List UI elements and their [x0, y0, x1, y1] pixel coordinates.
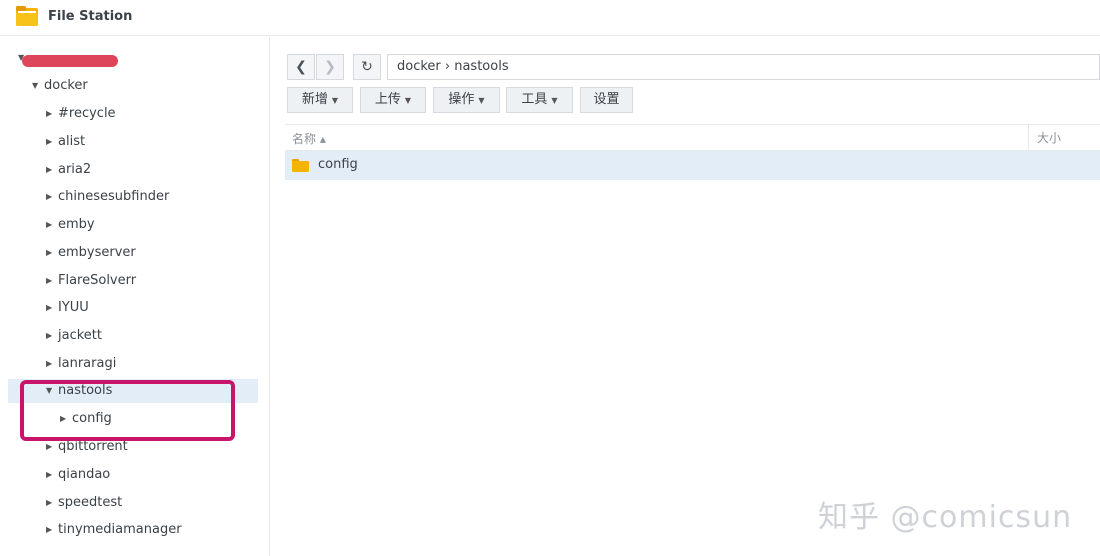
tree-item-label: config [72, 411, 112, 426]
tree-item-lanraragi[interactable]: ▶ lanraragi [46, 352, 116, 376]
tree-item-flaresolverr[interactable]: ▶ FlareSolverr [46, 269, 136, 293]
tree-item-label: qbittorrent [58, 439, 128, 454]
tree-item-recycle[interactable]: ▶ #recycle [46, 102, 116, 126]
create-button[interactable]: 新增 ▼ [287, 87, 353, 113]
tools-button[interactable]: 工具 ▼ [506, 87, 573, 113]
caret-right-icon[interactable]: ▶ [46, 269, 58, 293]
tree-item-label: speedtest [58, 495, 123, 510]
app-title: File Station [48, 9, 133, 24]
action-button[interactable]: 操作 ▼ [433, 87, 500, 113]
file-station-icon [16, 6, 38, 26]
tree-item-label: docker [44, 78, 88, 93]
main-pane: ❮ ❯ ↻ docker › nastools 新增 ▼ 上传 ▼ 操作 ▼ 工具 ▼ … [271, 37, 1100, 556]
tree-item-embyserver[interactable]: ▶ embyserver [46, 241, 136, 265]
tree-item-qbittorrent[interactable]: ▶ qbittorrent [46, 435, 128, 459]
dropdown-arrow-icon: ▼ [331, 96, 339, 105]
file-list-header: 名称 ▴ 大小 [285, 124, 1100, 151]
chevron-left-icon: ❮ [295, 59, 307, 75]
tree-item-jackett[interactable]: ▶ jackett [46, 324, 102, 348]
tree-item-speedtest[interactable]: ▶ speedtest [46, 491, 122, 515]
tree-item-aria2[interactable]: ▶ aria2 [46, 158, 91, 182]
caret-right-icon[interactable]: ▶ [46, 130, 58, 154]
tree-item-label: FlareSolverr [58, 273, 137, 288]
forward-button[interactable]: ❯ [316, 54, 344, 80]
tree-item-label: emby [58, 217, 95, 232]
caret-right-icon[interactable]: ▶ [60, 407, 72, 431]
column-header-name[interactable]: 名称 ▴ [292, 130, 326, 147]
caret-down-icon[interactable]: ▼ [32, 74, 44, 98]
path-bar[interactable]: docker › nastools [387, 54, 1100, 80]
tree-item-docker[interactable]: ▼ docker [32, 74, 88, 98]
tree-item-alist[interactable]: ▶ alist [46, 130, 85, 154]
dropdown-arrow-icon: ▼ [551, 96, 558, 105]
tree-item-label: embyserver [58, 245, 136, 260]
caret-right-icon[interactable]: ▶ [46, 463, 58, 487]
upload-button-label: 上传 [374, 92, 401, 107]
action-button-label: 操作 [448, 92, 475, 107]
settings-button-label: 设置 [593, 92, 620, 107]
upload-button[interactable]: 上传 ▼ [360, 87, 426, 113]
caret-right-icon[interactable]: ▶ [46, 435, 58, 459]
tree-item-config[interactable]: ▶ config [60, 407, 112, 431]
folder-icon [292, 159, 309, 172]
back-button[interactable]: ❮ [287, 54, 315, 80]
tree-item-label: chinesesubfinder [58, 189, 170, 204]
tree-item-label: alist [58, 134, 86, 149]
tree-item-label: aria2 [58, 162, 92, 177]
tree-item-iyuu[interactable]: ▶ IYUU [46, 296, 89, 320]
column-header-size[interactable]: 大小 [1028, 125, 1100, 151]
tree-item-chinesesubfinder[interactable]: ▶ chinesesubfinder [46, 185, 169, 209]
title-bar: File Station [0, 0, 1100, 36]
tree-item-nastools[interactable]: ▼ nastools [8, 379, 258, 403]
redacted-root-label[interactable] [22, 55, 118, 67]
tree-item-qiandao[interactable]: ▶ qiandao [46, 463, 110, 487]
caret-right-icon[interactable]: ▶ [46, 213, 58, 237]
tree-item-label: #recycle [58, 106, 116, 121]
caret-right-icon[interactable]: ▶ [46, 102, 58, 126]
chevron-right-icon: ❯ [324, 59, 336, 75]
dropdown-arrow-icon: ▼ [478, 96, 485, 105]
caret-right-icon[interactable]: ▶ [46, 518, 58, 542]
refresh-icon: ↻ [361, 59, 373, 75]
caret-right-icon[interactable]: ▶ [46, 158, 58, 182]
caret-right-icon[interactable]: ▶ [46, 491, 58, 515]
file-row[interactable]: config [285, 151, 1100, 180]
tree-item-label: tinymediamanager [58, 522, 182, 537]
tree-item-label: lanraragi [58, 356, 117, 371]
caret-right-icon[interactable]: ▶ [46, 324, 58, 348]
dropdown-arrow-icon: ▼ [404, 96, 412, 105]
refresh-button[interactable]: ↻ [353, 54, 381, 80]
tree-item-emby[interactable]: ▶ emby [46, 213, 95, 237]
tree-item-label: IYUU [58, 300, 89, 315]
sidebar-tree[interactable]: ▼ ▼ docker ▶ #recycle ▶ alist ▶ aria2 ▶ chine… [0, 37, 270, 556]
create-button-label: 新增 [301, 92, 328, 107]
tree-item-label: nastools [58, 383, 113, 398]
tree-item-label: qiandao [58, 467, 111, 482]
caret-right-icon[interactable]: ▶ [46, 352, 58, 376]
tree-item-label: jackett [58, 328, 102, 343]
watermark: 知乎 @comicsun [818, 500, 1073, 535]
caret-right-icon[interactable]: ▶ [46, 241, 58, 265]
caret-down-icon[interactable]: ▼ [46, 379, 58, 403]
caret-right-icon[interactable]: ▶ [46, 185, 58, 209]
file-name: config [318, 157, 358, 172]
caret-right-icon[interactable]: ▶ [46, 296, 58, 320]
settings-button[interactable]: 设置 [580, 87, 633, 113]
tools-button-label: 工具 [521, 92, 548, 107]
tree-item-tinymediamanager[interactable]: ▶ tinymediamanager [46, 518, 182, 542]
